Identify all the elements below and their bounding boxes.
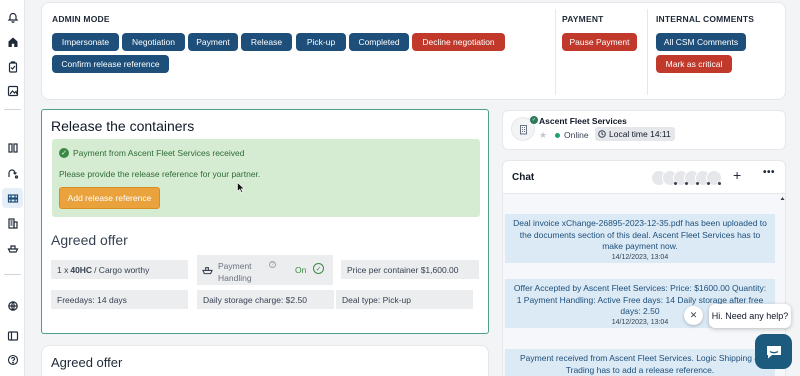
- agreed-offer-title-2: Agreed offer: [51, 355, 123, 370]
- ship-icon: [202, 267, 213, 275]
- building-icon: [519, 124, 527, 134]
- decline-negotiation-button[interactable]: Decline negotiation: [412, 33, 505, 51]
- agreed-offer-title: Agreed offer: [51, 232, 128, 248]
- completed-button[interactable]: Completed: [349, 33, 409, 51]
- info-question-icon[interactable]: ?: [269, 261, 276, 268]
- price-cell: Price per container $1,600.00: [341, 260, 479, 279]
- negotiation-button[interactable]: Negotiation: [122, 33, 185, 51]
- buildings-icon[interactable]: [2, 213, 23, 233]
- chat-messages: Deal invoice xChange-26895-2023-12-35.pd…: [503, 194, 785, 376]
- admin-panel: ADMIN MODE Impersonate Negotiation Payme…: [41, 2, 786, 100]
- payment-handling-label-1: Payment: [218, 261, 252, 271]
- scroll-up-arrow-icon[interactable]: [780, 197, 785, 200]
- payment-heading: PAYMENT: [562, 14, 604, 24]
- chat-bubble-icon: [766, 345, 781, 358]
- payment-handling-cell: Payment Handling ? On ✓: [197, 255, 333, 285]
- local-time-badge: Local time 14:11: [595, 127, 675, 141]
- release-instruction: Please provide the release reference for…: [59, 169, 261, 179]
- pick-up-button[interactable]: Pick-up: [296, 33, 346, 51]
- payment-handling-label-2: Handling: [218, 273, 252, 283]
- bell-icon[interactable]: [2, 7, 23, 27]
- payment-received-line: ✓ Payment from Ascent Fleet Services rec…: [59, 148, 245, 158]
- container-type: 40HC: [70, 264, 93, 275]
- verified-badge-icon: ✓: [530, 116, 538, 124]
- status-dot: [696, 182, 699, 185]
- left-nav-rail: [0, 0, 25, 376]
- chat-message-text: Payment received from Ascent Fleet Servi…: [519, 353, 760, 375]
- release-button[interactable]: Release: [241, 33, 292, 51]
- agreed-offer-card: Agreed offer: [41, 345, 489, 376]
- help-bubble[interactable]: Hi. Need any help?: [709, 304, 791, 328]
- status-dot: [674, 182, 677, 185]
- company-card: ✓ Ascent Fleet Services ★ Online Local t…: [502, 110, 786, 150]
- payment-received-text: Payment from Ascent Fleet Services recei…: [73, 148, 245, 158]
- freedays-cell: Freedays: 14 days: [51, 290, 188, 309]
- more-options-button[interactable]: •••: [763, 167, 775, 178]
- online-status: Online: [564, 130, 589, 140]
- nav-divider: [4, 109, 21, 110]
- release-containers-card: Release the containers ✓ Payment from As…: [41, 109, 489, 334]
- ship-icon[interactable]: [2, 238, 23, 258]
- image-gallery-icon[interactable]: [2, 81, 23, 101]
- check-circle-icon: ✓: [313, 263, 324, 274]
- mouse-cursor-icon: [237, 182, 245, 193]
- clipboard-icon[interactable]: [2, 57, 23, 77]
- company-name: Ascent Fleet Services: [539, 116, 627, 126]
- chat-message-text: Deal invoice xChange-26895-2023-12-35.pd…: [513, 218, 767, 251]
- clock-icon: [598, 130, 606, 138]
- participant-avatars[interactable]: [651, 170, 731, 186]
- status-dot: [685, 182, 688, 185]
- deal-type-cell: Deal type: Pick-up: [336, 290, 473, 309]
- status-dot: [707, 182, 710, 185]
- mark-as-critical-button[interactable]: Mark as critical: [656, 55, 732, 73]
- payment-handling-label: Payment Handling: [218, 260, 252, 284]
- section-divider: [555, 9, 556, 95]
- chat-message: Deal invoice xChange-26895-2023-12-35.pd…: [505, 214, 775, 263]
- impersonate-button[interactable]: Impersonate: [52, 33, 119, 51]
- chat-message: Payment received from Ascent Fleet Servi…: [505, 349, 775, 376]
- favorite-star-icon[interactable]: ★: [539, 130, 547, 141]
- chat-title: Chat: [512, 172, 535, 183]
- chat-support-button[interactable]: [755, 334, 792, 369]
- container-condition: / Cargo worthy: [94, 264, 150, 275]
- globe-settings-icon[interactable]: [2, 296, 23, 316]
- check-circle-icon: ✓: [59, 148, 69, 158]
- pause-payment-button[interactable]: Pause Payment: [562, 33, 637, 51]
- columns-icon[interactable]: [2, 138, 23, 158]
- container-quantity-cell: 1 x 40HC / Cargo worthy: [51, 260, 188, 279]
- release-title: Release the containers: [51, 118, 195, 134]
- close-help-bubble-button[interactable]: ✕: [684, 306, 703, 325]
- sidebar-toggle-icon[interactable]: [2, 326, 23, 346]
- route-icon[interactable]: [2, 163, 23, 183]
- section-divider: [647, 9, 648, 95]
- quantity-prefix: 1 x: [57, 264, 69, 275]
- containers-icon[interactable]: [2, 188, 23, 208]
- chat-message-time: 14/12/2023, 13:04: [611, 253, 669, 261]
- payment-received-notice: ✓ Payment from Ascent Fleet Services rec…: [52, 139, 480, 217]
- chat-panel: Chat + ••• Deal invoice xChange-26895-20…: [502, 160, 786, 376]
- online-status-dot: [555, 133, 560, 138]
- add-release-reference-button[interactable]: Add release reference: [59, 187, 160, 209]
- payment-handling-value: On: [295, 265, 307, 275]
- all-csm-comments-button[interactable]: All CSM Comments: [656, 33, 746, 51]
- add-participant-button[interactable]: +: [733, 167, 741, 183]
- home-icon[interactable]: [2, 32, 23, 52]
- internal-comments-heading: INTERNAL COMMENTS: [656, 14, 755, 24]
- confirm-release-reference-button[interactable]: Confirm release reference: [52, 55, 169, 73]
- status-dot: [718, 182, 721, 185]
- nav-divider: [4, 274, 21, 275]
- storage-charge-cell: Daily storage charge: $2.50: [197, 290, 334, 309]
- admin-mode-heading: ADMIN MODE: [52, 14, 110, 24]
- help-icon[interactable]: [2, 350, 23, 370]
- local-time-text: Local time 14:11: [609, 129, 671, 139]
- payment-status-button[interactable]: Payment: [188, 33, 238, 51]
